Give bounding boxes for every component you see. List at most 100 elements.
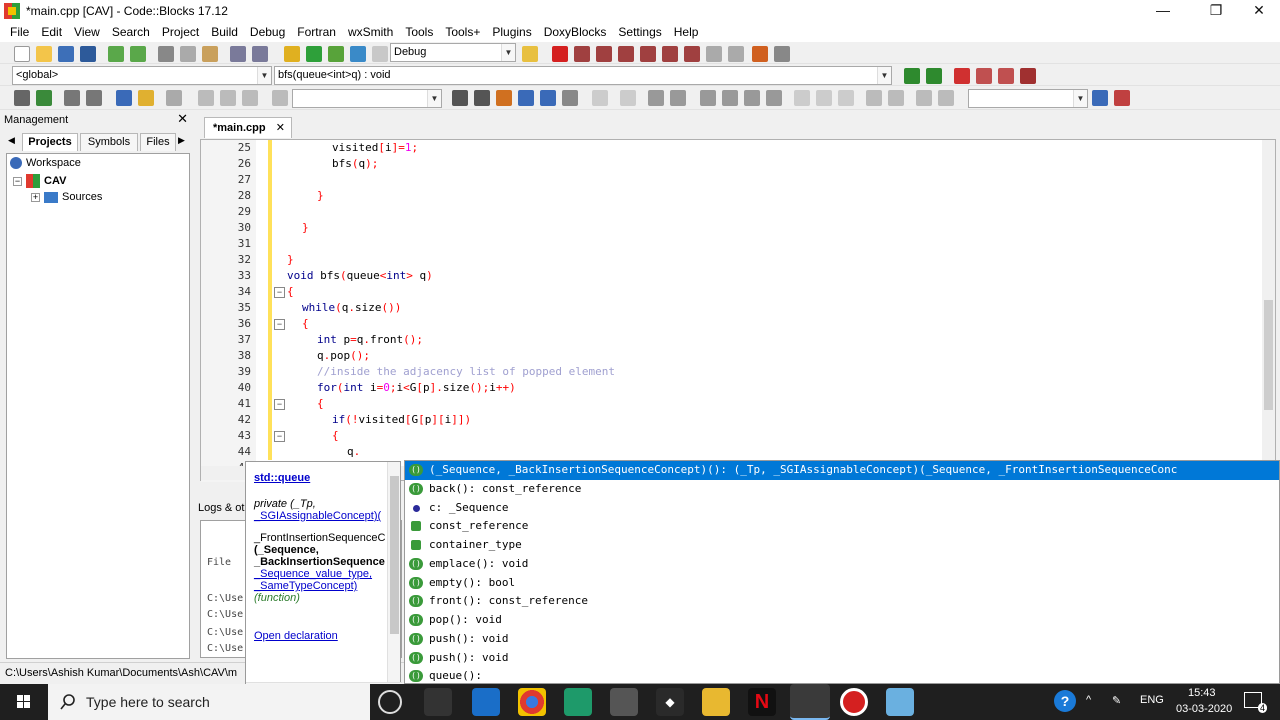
tab-symbols[interactable]: Symbols — [80, 133, 138, 151]
code-line[interactable]: } — [317, 189, 324, 202]
rebuild-icon[interactable] — [350, 46, 366, 62]
code-line[interactable]: //inside the adjacency list of popped el… — [317, 365, 615, 378]
clear-bookmarks-icon[interactable] — [1020, 68, 1036, 84]
redo-icon[interactable] — [130, 46, 146, 62]
code-line[interactable]: } — [287, 253, 294, 266]
autocomplete-item[interactable]: container_type — [405, 536, 1279, 555]
fold-marker-icon[interactable]: − — [274, 287, 285, 298]
chevron-up-icon[interactable]: ^ — [1086, 694, 1091, 706]
jump-back-icon[interactable] — [904, 68, 920, 84]
autocomplete-item[interactable]: () front(): const_reference — [405, 592, 1279, 611]
paste-icon[interactable] — [202, 46, 218, 62]
stop-icon[interactable] — [220, 90, 236, 106]
help-icon[interactable]: ? — [1054, 690, 1076, 712]
options-icon[interactable] — [1114, 90, 1130, 106]
s-icon[interactable] — [916, 90, 932, 106]
code-line[interactable]: q.pop(); — [317, 349, 370, 362]
new-file-icon[interactable] — [14, 46, 30, 62]
menu-file[interactable]: File — [4, 25, 35, 39]
app-icon[interactable] — [564, 688, 592, 716]
line-comment-icon[interactable] — [86, 90, 102, 106]
menu-view[interactable]: View — [68, 25, 106, 39]
pause-icon[interactable] — [706, 46, 722, 62]
copy-icon[interactable] — [180, 46, 196, 62]
menu-edit[interactable]: Edit — [35, 25, 68, 39]
dialog-icon[interactable] — [670, 90, 686, 106]
target-options-icon[interactable] — [522, 46, 538, 62]
panel-icon[interactable] — [648, 90, 664, 106]
zoom-out-icon[interactable] — [888, 90, 904, 106]
build-gear-icon[interactable] — [284, 46, 300, 62]
menu-tools-plus[interactable]: Tools+ — [439, 25, 486, 39]
frame-icon[interactable] — [620, 90, 636, 106]
run-icon[interactable] — [306, 46, 322, 62]
autocomplete-item[interactable]: () pop(): void — [405, 611, 1279, 630]
prev-icon[interactable] — [198, 90, 214, 106]
app-window-icon[interactable] — [886, 688, 914, 716]
minimize-button[interactable]: — — [1140, 0, 1186, 22]
autocomplete-list[interactable]: () (_Sequence, _BackInsertionSequenceConc… — [404, 460, 1280, 684]
menu-tools[interactable]: Tools — [399, 25, 439, 39]
zoom-in-icon[interactable] — [866, 90, 882, 106]
taskbar-search-box[interactable]: Type here to search — [48, 684, 370, 720]
code-line[interactable]: for(int i=0;i<G[p].size();i++) — [317, 381, 516, 394]
code-editor[interactable]: 25 26 27 28 29 30 31 32 33 34 35 36 37 38 39 40 41 42 43 44… — [200, 139, 1276, 482]
find-prev-icon[interactable] — [452, 90, 468, 106]
start-button[interactable] — [0, 684, 48, 720]
menu-settings[interactable]: Settings — [612, 25, 667, 39]
doc-link[interactable]: _Sequence_value_type, — [254, 568, 386, 580]
step-into-instruction-icon[interactable] — [684, 46, 700, 62]
autocomplete-item[interactable]: () push(): void — [405, 649, 1279, 668]
chrome-icon[interactable] — [518, 688, 546, 716]
code-line[interactable]: void bfs(queue<int> q) — [287, 269, 433, 282]
stop-icon[interactable] — [728, 46, 744, 62]
run-script-icon[interactable] — [36, 90, 52, 106]
scroll-thumb[interactable] — [390, 476, 399, 634]
sizer-flex-icon[interactable] — [766, 90, 782, 106]
layout-icon[interactable] — [14, 90, 30, 106]
next-bookmark-icon[interactable] — [998, 68, 1014, 84]
doc-link[interactable]: _SameTypeConcept) — [254, 580, 386, 592]
autocomplete-item[interactable]: () queue(): — [405, 667, 1279, 683]
close-button[interactable]: ✕ — [1236, 0, 1280, 22]
menu-debug[interactable]: Debug — [244, 25, 291, 39]
prev-bookmark-icon[interactable] — [976, 68, 992, 84]
autocomplete-item[interactable]: c: _Sequence — [405, 499, 1279, 518]
sizer-h-icon[interactable] — [700, 90, 716, 106]
code-line[interactable]: while(q.size()) — [302, 301, 401, 314]
notification-icon[interactable]: 4 — [1244, 692, 1267, 713]
open-declaration-link[interactable]: Open declaration — [254, 630, 386, 642]
wrench-icon[interactable] — [166, 90, 182, 106]
doc-link[interactable]: _SGIAssignableConcept)( — [254, 510, 386, 522]
highlight-icon[interactable] — [496, 90, 512, 106]
autocomplete-item[interactable]: () (_Sequence, _BackInsertionSequenceConc… — [405, 461, 1279, 480]
editor-vertical-scrollbar[interactable] — [1262, 140, 1275, 468]
code-line[interactable]: q. — [347, 445, 360, 458]
save-all-icon[interactable] — [80, 46, 96, 62]
expand-icon[interactable]: + — [31, 192, 40, 202]
fold-marker-icon[interactable]: − — [274, 319, 285, 330]
code-line[interactable]: int p=q.front(); — [317, 333, 423, 346]
code-line[interactable]: if(!visited[G[p][i]]) — [332, 413, 471, 426]
tree-project[interactable]: − CAV — [13, 174, 66, 188]
autocomplete-item[interactable]: () empty(): bool — [405, 574, 1279, 593]
step-out-icon[interactable] — [640, 46, 656, 62]
match-case-icon[interactable] — [562, 90, 578, 106]
scroll-thumb[interactable] — [1264, 300, 1273, 410]
code-line[interactable]: { — [302, 317, 309, 330]
file-explorer-icon[interactable] — [702, 688, 730, 716]
find-next-icon[interactable] — [474, 90, 490, 106]
debug-info-icon[interactable] — [774, 46, 790, 62]
chevron-left-icon[interactable]: ◀ — [8, 135, 15, 146]
macro-select[interactable]: ▼ — [292, 89, 442, 108]
replace-icon[interactable] — [252, 46, 268, 62]
debug-windows-icon[interactable] — [752, 46, 768, 62]
cortana-icon[interactable] — [378, 690, 402, 714]
debug-start-icon[interactable] — [552, 46, 568, 62]
netflix-icon[interactable]: N — [748, 688, 776, 716]
fold-marker-icon[interactable]: − — [274, 431, 285, 442]
pen-icon[interactable]: ✎ — [1112, 694, 1121, 707]
menu-plugins[interactable]: Plugins — [486, 25, 537, 39]
symbol-select[interactable]: bfs(queue<int>q) : void ▼ — [274, 66, 892, 85]
save-icon[interactable] — [58, 46, 74, 62]
